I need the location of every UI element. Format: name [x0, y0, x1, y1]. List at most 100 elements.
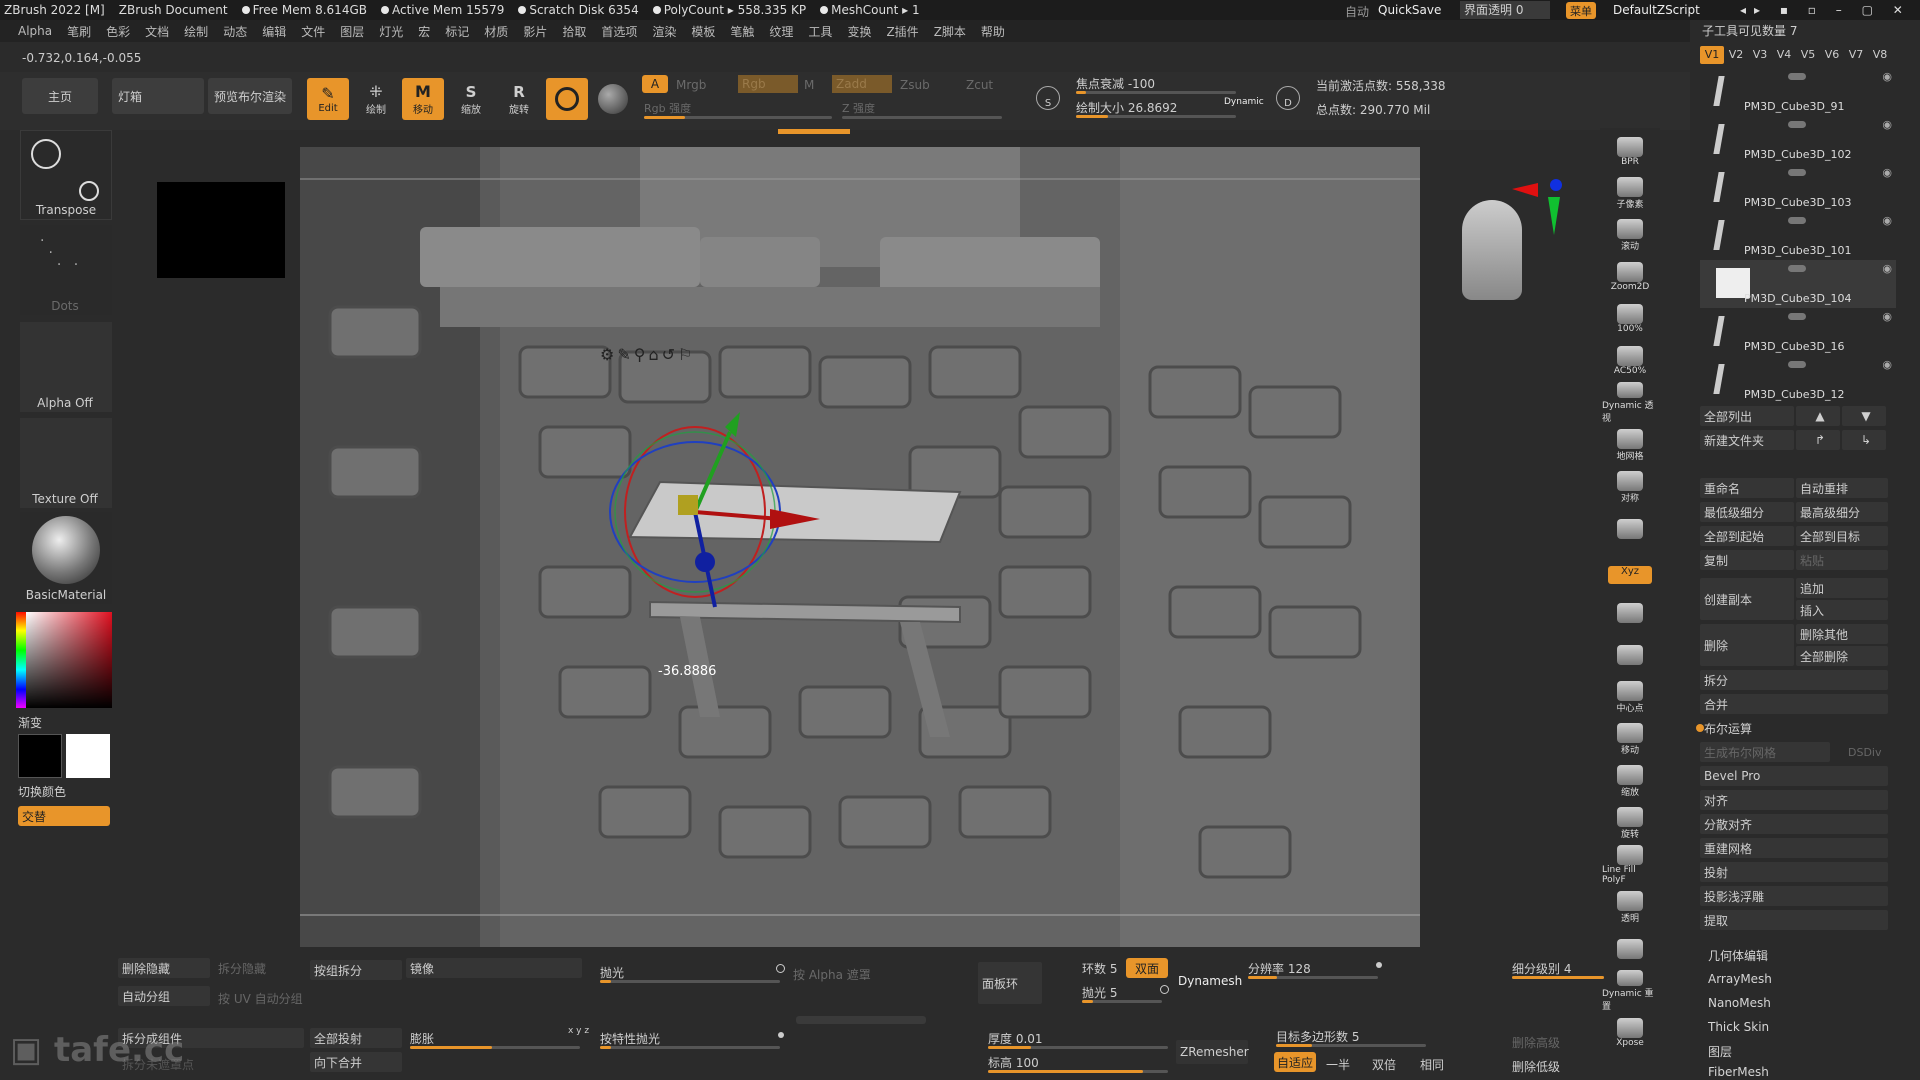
visibility-eye-icon[interactable]: ◉: [1882, 262, 1892, 275]
move-up-button[interactable]: ▲: [1796, 406, 1840, 426]
edit-button[interactable]: ✎ Edit: [307, 78, 349, 120]
right-tool-button[interactable]: BPR: [1602, 132, 1658, 172]
thickness-slider[interactable]: 厚度 0.01: [988, 1030, 1043, 1047]
delete-lower-button[interactable]: 删除低级: [1512, 1058, 1560, 1075]
dsdiv-label[interactable]: DSDiv: [1848, 746, 1882, 759]
version-tab-v8[interactable]: V8: [1868, 46, 1892, 64]
scale-button[interactable]: S 缩放: [450, 78, 492, 120]
merge-down-button[interactable]: 向下合并: [310, 1052, 402, 1072]
inflate-track[interactable]: [410, 1046, 580, 1049]
polish-track[interactable]: [600, 980, 780, 983]
menu-item[interactable]: 笔刷: [67, 23, 91, 40]
mirror-button[interactable]: 镜像: [406, 958, 582, 978]
secondary-color-swatch[interactable]: [18, 734, 62, 778]
transpose-brush[interactable]: Transpose: [20, 130, 112, 220]
menu-item[interactable]: 笔触: [730, 23, 754, 40]
right-tool-button[interactable]: 100%: [1602, 298, 1658, 340]
panel-divider-handle[interactable]: [796, 1016, 926, 1024]
visibility-eye-icon[interactable]: ◉: [1882, 166, 1892, 179]
delete-hidden-button[interactable]: 删除隐藏: [118, 958, 210, 978]
boolean-menu[interactable]: 布尔运算: [1700, 718, 1888, 738]
s-brush-icon[interactable]: S: [1036, 86, 1060, 110]
menu-item[interactable]: Z脚本: [934, 23, 966, 40]
material-sphere-icon[interactable]: [598, 84, 628, 114]
thick-skin-menu[interactable]: Thick Skin: [1700, 1015, 1769, 1039]
zadd-button[interactable]: Zadd: [832, 75, 892, 93]
right-tool-button[interactable]: Dynamic 透视: [1602, 382, 1658, 424]
panel-polish-slider[interactable]: 抛光 5: [1082, 984, 1117, 1001]
thickness-track[interactable]: [988, 1046, 1168, 1049]
polish-slider[interactable]: 抛光: [600, 964, 624, 981]
new-folder-button[interactable]: 新建文件夹: [1700, 430, 1794, 450]
auto-reorder-button[interactable]: 自动重排: [1796, 478, 1888, 498]
extract-menu[interactable]: 提取: [1700, 910, 1888, 930]
arraymesh-menu[interactable]: ArrayMesh: [1700, 967, 1772, 991]
menu-item[interactable]: 宏: [418, 23, 430, 40]
m-button[interactable]: M: [804, 78, 814, 92]
alternate-button[interactable]: 交替: [18, 806, 110, 826]
menu-item[interactable]: 影片: [523, 23, 547, 40]
bevel-pro-menu[interactable]: Bevel Pro: [1700, 766, 1888, 786]
delete-other-button[interactable]: 删除其他: [1796, 624, 1888, 644]
menu-item[interactable]: Alpha: [18, 24, 52, 38]
right-tool-button[interactable]: 移动: [1602, 718, 1658, 760]
polish-radio[interactable]: [776, 964, 785, 973]
version-tab-v2[interactable]: V2: [1724, 46, 1748, 64]
double-button[interactable]: 双倍: [1372, 1056, 1396, 1073]
right-tool-button[interactable]: 滚动: [1602, 214, 1658, 256]
version-tab-v1[interactable]: V1: [1700, 46, 1724, 64]
split-hidden-button[interactable]: 拆分隐藏: [214, 958, 304, 978]
subtool-toggle[interactable]: [1788, 361, 1806, 368]
zcut-button[interactable]: Zcut: [966, 78, 993, 92]
d-brush-icon[interactable]: D: [1276, 86, 1300, 110]
texture-slot[interactable]: Texture Off: [20, 418, 112, 508]
right-tool-button[interactable]: 旋转: [1602, 802, 1658, 844]
right-tool-button[interactable]: 中心点: [1602, 676, 1658, 718]
distribute-menu[interactable]: 分散对齐: [1700, 814, 1888, 834]
draw-size-track[interactable]: [1076, 115, 1236, 118]
loops-slider[interactable]: 环数 5: [1082, 960, 1117, 977]
subtool-toggle[interactable]: [1788, 73, 1806, 80]
focal-shift-slider[interactable]: 焦点衰减 -100: [1076, 75, 1155, 92]
right-tool-button[interactable]: 对称: [1602, 466, 1658, 508]
rotate-button[interactable]: R 旋转: [498, 78, 540, 120]
alpha-slot[interactable]: Alpha Off: [20, 322, 112, 412]
right-tool-button[interactable]: Xpose: [1602, 1012, 1658, 1054]
tab-lightbox[interactable]: 灯箱: [112, 78, 204, 114]
window-controls[interactable]: ◂▸ ▪ ▫ – ▢ ✕: [1740, 3, 1911, 17]
version-tab-v4[interactable]: V4: [1772, 46, 1796, 64]
delete-button[interactable]: 删除: [1700, 624, 1794, 666]
color-picker[interactable]: [16, 612, 112, 708]
version-tab-v3[interactable]: V3: [1748, 46, 1772, 64]
elevation-track[interactable]: [988, 1070, 1168, 1073]
visibility-eye-icon[interactable]: ◉: [1882, 70, 1892, 83]
switch-color-button[interactable]: 切换颜色: [18, 783, 66, 800]
menu-item[interactable]: 变换: [847, 23, 871, 40]
draw-size-slider[interactable]: 绘制大小 26.8692: [1076, 99, 1177, 116]
subdiv-level-slider[interactable]: 细分级别 4: [1512, 960, 1571, 977]
right-tool-button[interactable]: [1602, 508, 1658, 550]
remesh-menu[interactable]: 重建网格: [1700, 838, 1888, 858]
right-tool-button[interactable]: Zoom2D: [1602, 256, 1658, 298]
rgb-intensity-slider[interactable]: Rgb 强度: [644, 100, 691, 116]
menu-item[interactable]: 模板: [691, 23, 715, 40]
unfold-button[interactable]: ↳: [1842, 430, 1886, 450]
menu-item[interactable]: 动态: [223, 23, 247, 40]
adaptive-toggle[interactable]: 自适应: [1274, 1052, 1316, 1072]
menu-item[interactable]: 渲染: [652, 23, 676, 40]
right-tool-button[interactable]: [1602, 634, 1658, 676]
copy-button[interactable]: 复制: [1700, 550, 1794, 570]
feature-polish-track[interactable]: [600, 1046, 780, 1049]
viewport[interactable]: -36.8886 ⚙✎⚲⌂↺⚐: [300, 147, 1420, 947]
gizmo-toolbar[interactable]: ⚙✎⚲⌂↺⚐: [600, 345, 760, 369]
subtool-toggle[interactable]: [1788, 121, 1806, 128]
double-side-toggle[interactable]: 双面: [1126, 958, 1168, 978]
zsub-button[interactable]: Zsub: [900, 78, 930, 92]
z-intensity-slider[interactable]: Z 强度: [842, 100, 875, 116]
insert-button[interactable]: 插入: [1796, 600, 1888, 620]
right-tool-button[interactable]: Line Fill PolyF: [1602, 844, 1658, 886]
move-button[interactable]: M 移动: [402, 78, 444, 120]
dynamesh-button[interactable]: Dynamesh: [1178, 974, 1242, 988]
uv-group-button[interactable]: 按 UV 自动分组: [218, 990, 303, 1007]
target-poly-slider[interactable]: 目标多边形数 5: [1276, 1028, 1359, 1045]
